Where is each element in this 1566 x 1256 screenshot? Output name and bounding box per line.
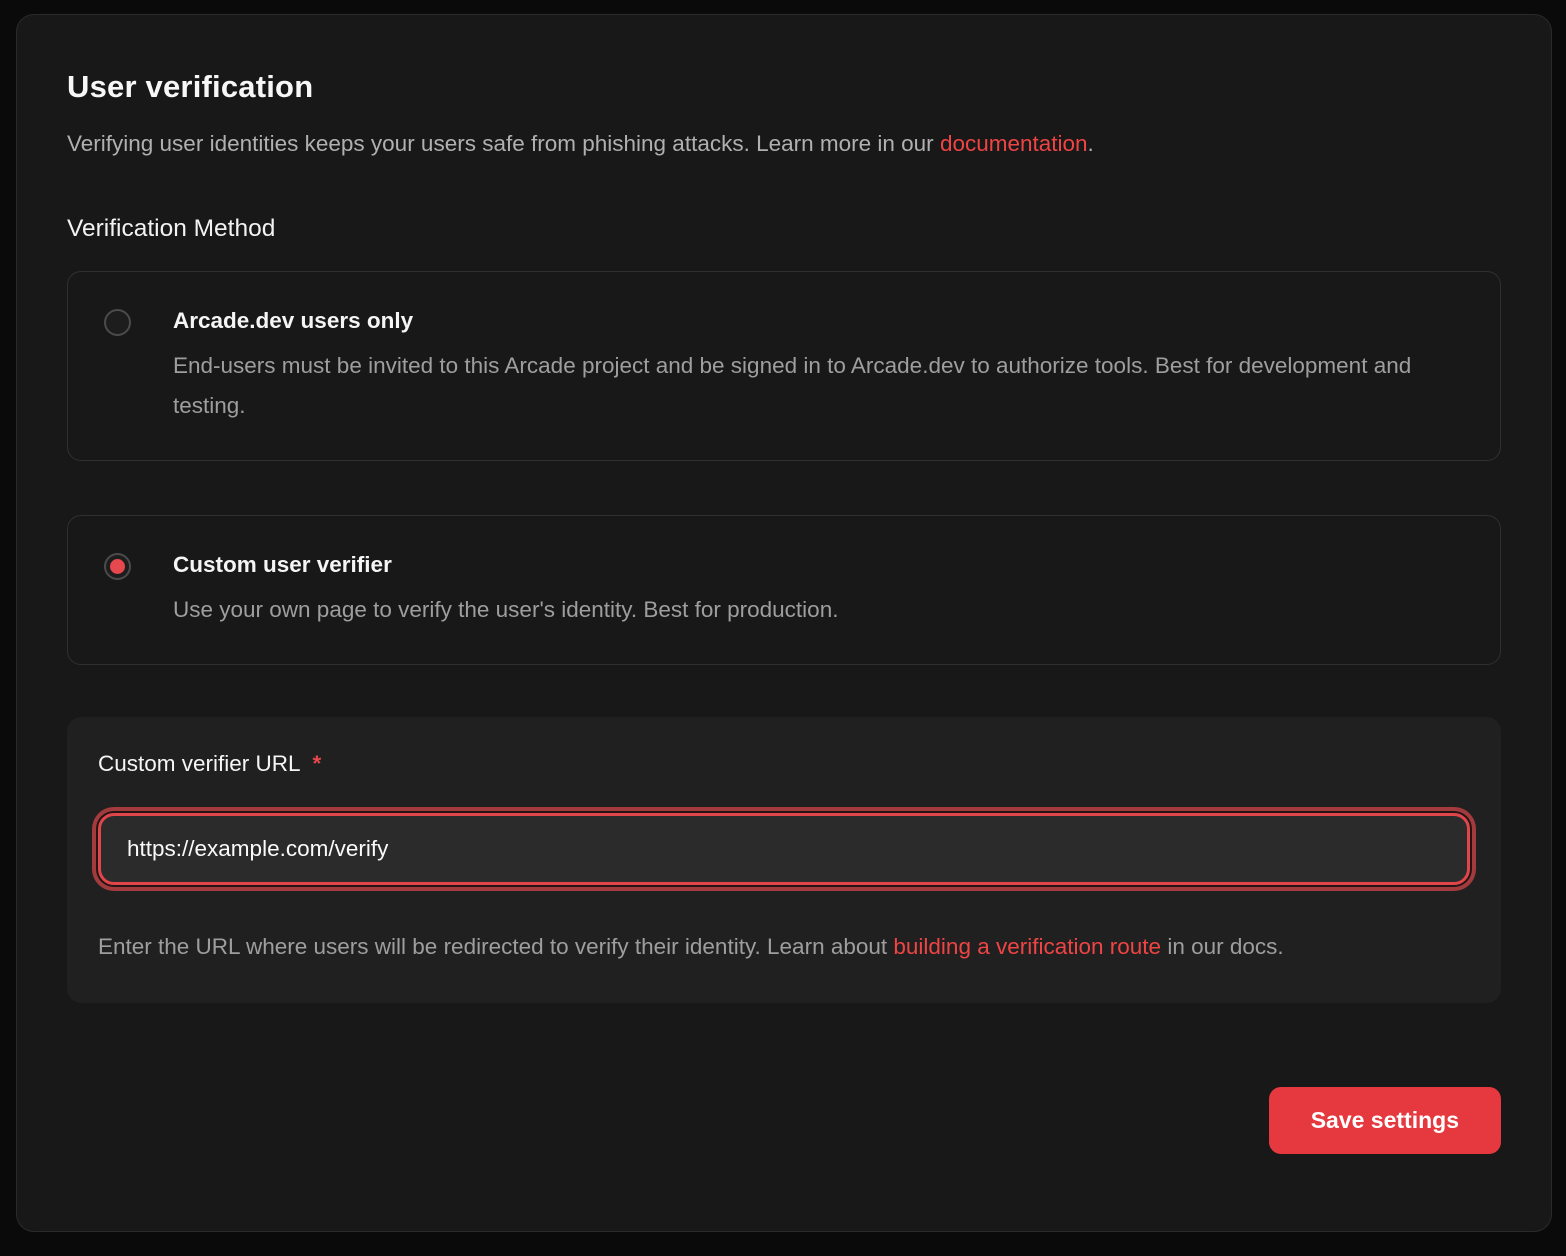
helper-text-suffix: in our docs. bbox=[1161, 934, 1284, 959]
save-settings-button[interactable]: Save settings bbox=[1269, 1087, 1501, 1154]
custom-verifier-url-card: Custom verifier URL * Enter the URL where… bbox=[67, 717, 1501, 1003]
option-arcade-users-title: Arcade.dev users only bbox=[173, 306, 1464, 336]
helper-text-prefix: Enter the URL where users will be redire… bbox=[98, 934, 893, 959]
page-description-text: Verifying user identities keeps your use… bbox=[67, 131, 940, 156]
option-custom-verifier-description: Use your own page to verify the user's i… bbox=[173, 590, 838, 630]
page-title: User verification bbox=[67, 69, 1501, 105]
custom-verifier-helper-text: Enter the URL where users will be redire… bbox=[98, 927, 1470, 967]
option-card-arcade-users[interactable]: Arcade.dev users only End-users must be … bbox=[67, 271, 1501, 461]
radio-arcade-users[interactable] bbox=[104, 309, 131, 336]
option-card-custom-verifier[interactable]: Custom user verifier Use your own page t… bbox=[67, 515, 1501, 665]
page-description-period: . bbox=[1088, 131, 1094, 156]
radio-custom-verifier[interactable] bbox=[104, 553, 131, 580]
user-verification-panel: User verification Verifying user identit… bbox=[16, 14, 1552, 1232]
option-arcade-users-description: End-users must be invited to this Arcade… bbox=[173, 346, 1464, 426]
page-description: Verifying user identities keeps your use… bbox=[67, 129, 1501, 159]
option-custom-verifier-text: Custom user verifier Use your own page t… bbox=[173, 550, 838, 630]
required-asterisk: * bbox=[313, 751, 322, 776]
custom-verifier-url-label: Custom verifier URL bbox=[98, 751, 301, 776]
option-arcade-users-text: Arcade.dev users only End-users must be … bbox=[173, 306, 1464, 426]
custom-verifier-url-input[interactable] bbox=[98, 813, 1470, 885]
option-custom-verifier-title: Custom user verifier bbox=[173, 550, 838, 580]
actions-row: Save settings bbox=[67, 1087, 1501, 1154]
building-verification-route-link[interactable]: building a verification route bbox=[893, 934, 1161, 959]
verification-method-heading: Verification Method bbox=[67, 215, 1501, 243]
documentation-link[interactable]: documentation bbox=[940, 131, 1088, 156]
custom-verifier-url-label-row: Custom verifier URL * bbox=[98, 751, 1470, 777]
